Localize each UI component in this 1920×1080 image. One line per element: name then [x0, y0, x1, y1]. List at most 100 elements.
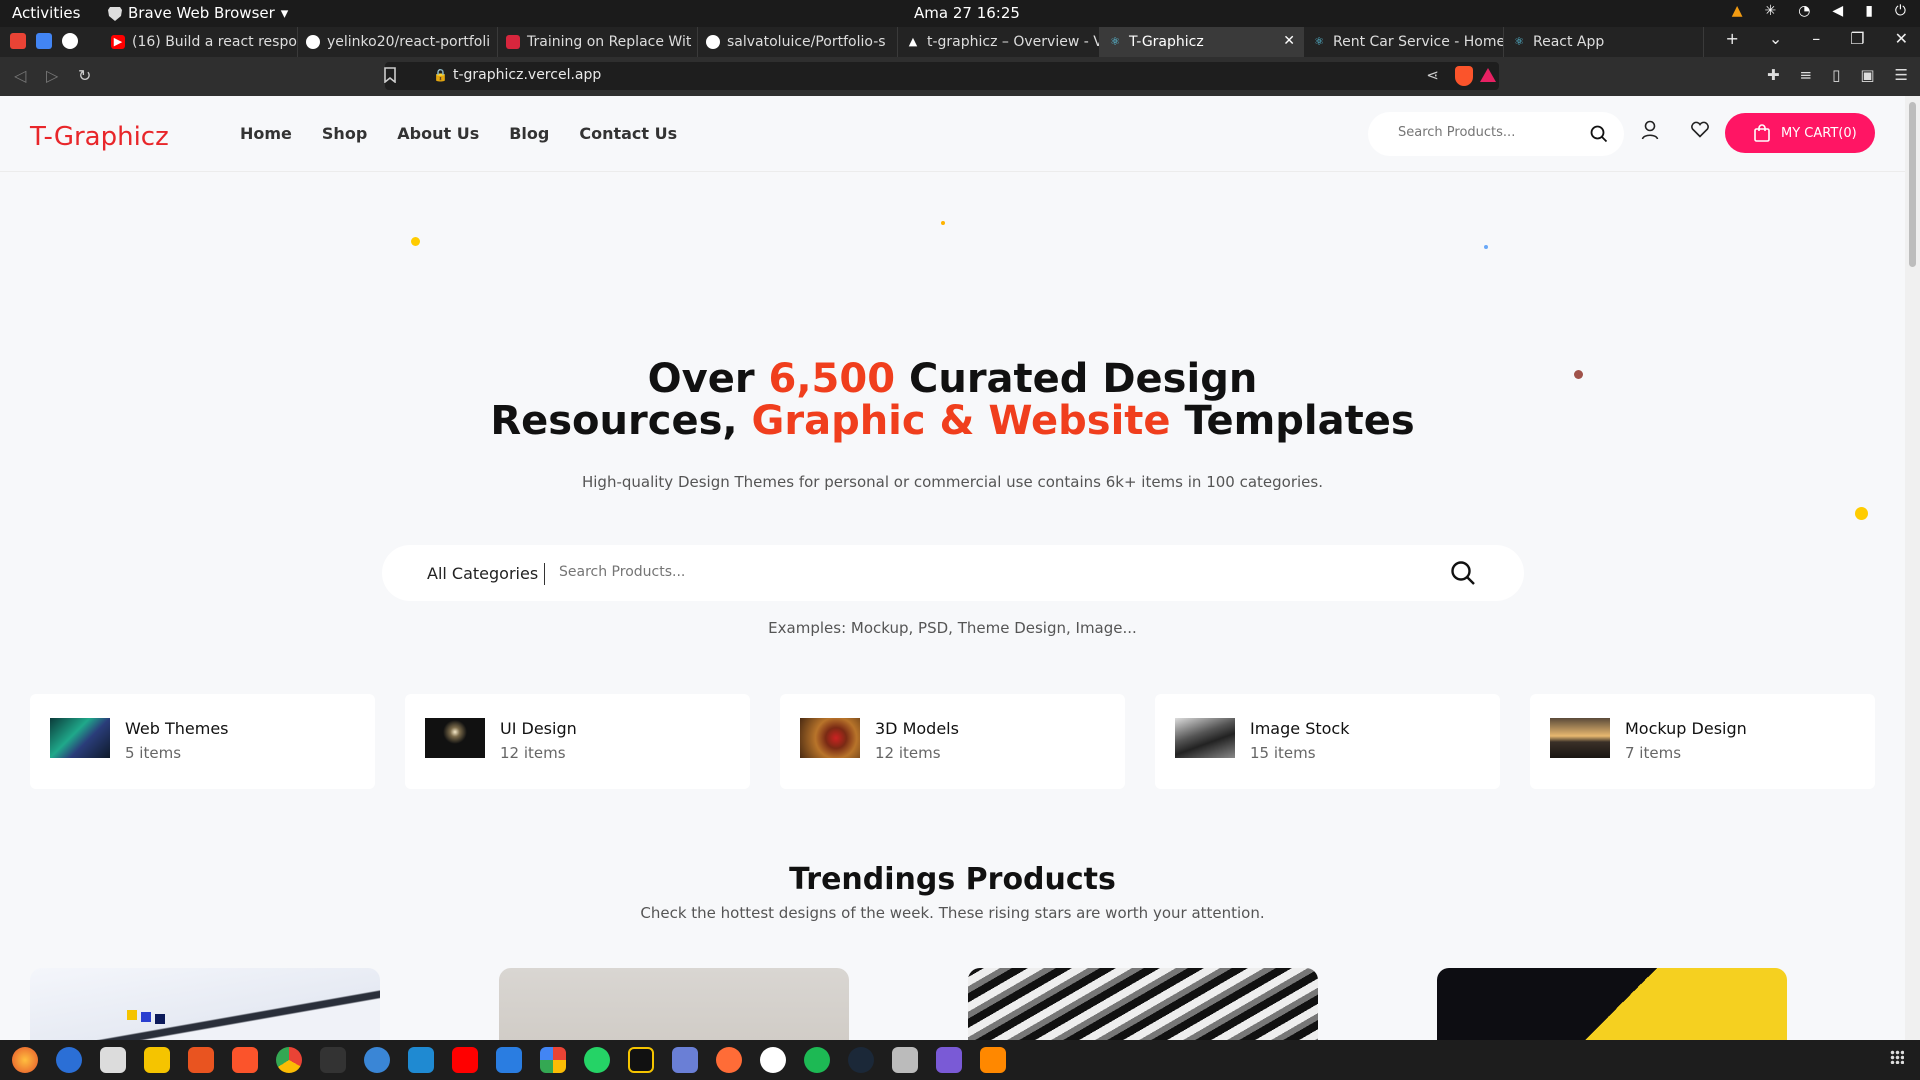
cart-label: MY CART(0)	[1781, 125, 1857, 141]
tab-react-app[interactable]: ⚛ React App	[1504, 27, 1704, 57]
product-card-image[interactable]	[1437, 968, 1787, 1040]
nav-contact-us[interactable]: Contact Us	[579, 124, 677, 143]
tab-training[interactable]: Training on Replace Wit	[498, 27, 698, 57]
product-card-image[interactable]	[499, 968, 849, 1040]
chrome-icon[interactable]	[276, 1047, 302, 1073]
steam-icon[interactable]	[848, 1047, 874, 1073]
react-icon: ⚛	[1110, 35, 1120, 48]
hero-line2-highlight: Graphic & Website	[751, 398, 1171, 444]
category-card-ui-design[interactable]: UI Design 12 items	[405, 694, 750, 789]
user-icon[interactable]	[1641, 120, 1659, 140]
address-bar[interactable]: 🔒 t-graphicz.vercel.app ⋖	[383, 62, 1499, 90]
postman-icon[interactable]	[716, 1047, 742, 1073]
category-name: 3D Models	[875, 719, 959, 738]
brave-shields-icon[interactable]	[1455, 66, 1473, 86]
category-card-3d-models[interactable]: 3D Models 12 items	[780, 694, 1125, 789]
nav-blog[interactable]: Blog	[509, 124, 549, 143]
decor-dot	[1855, 507, 1868, 520]
category-card-web-themes[interactable]: Web Themes 5 items	[30, 694, 375, 789]
new-tab-icon[interactable]: +	[1725, 29, 1738, 48]
product-card-image[interactable]	[968, 968, 1318, 1040]
tab-vercel[interactable]: ▲ t-graphicz – Overview - V	[898, 27, 1100, 57]
software-center-icon[interactable]	[188, 1047, 214, 1073]
bookmark-icon[interactable]	[383, 67, 397, 87]
page-scrollbar[interactable]	[1905, 96, 1920, 1040]
search-icon[interactable]	[1590, 125, 1608, 143]
gmail-pinned-tab[interactable]	[10, 33, 26, 49]
brave-icon[interactable]	[232, 1047, 258, 1073]
category-card-mockup-design[interactable]: Mockup Design 7 items	[1530, 694, 1875, 789]
wishlist-heart-icon[interactable]	[1690, 120, 1710, 138]
wifi-icon[interactable]: ◔	[1798, 3, 1810, 19]
reload-icon[interactable]: ↻	[78, 66, 91, 85]
tab-github-salvatoluice[interactable]: salvatoluice/Portfolio-s	[698, 27, 898, 57]
whatsapp-icon[interactable]	[584, 1047, 610, 1073]
search-icon[interactable]	[1450, 560, 1476, 586]
slack-icon[interactable]	[760, 1047, 786, 1073]
cart-button[interactable]: MY CART(0)	[1725, 113, 1875, 153]
nav-home[interactable]: Home	[240, 124, 292, 143]
vscode-icon[interactable]	[408, 1047, 434, 1073]
tab-list-chevron-icon[interactable]: ⌄	[1769, 29, 1782, 48]
minimize-icon[interactable]: –	[1812, 29, 1820, 48]
writer-icon[interactable]	[496, 1047, 522, 1073]
system-clock[interactable]: Ama 27 16:25	[914, 4, 1020, 22]
menu-icon[interactable]: ☰	[1895, 66, 1908, 84]
header-search-input[interactable]	[1398, 125, 1578, 140]
system-tray[interactable]: ▲ ✳ ◔ ◀ ▮ ⏻	[1732, 3, 1906, 19]
site-logo[interactable]: T-Graphicz	[30, 122, 169, 152]
vlc-icon[interactable]	[980, 1047, 1006, 1073]
app-menu[interactable]: Brave Web Browser ▾	[108, 4, 288, 22]
ubuntu-dock	[0, 1040, 1920, 1080]
scrollbar-thumb[interactable]	[1909, 102, 1916, 267]
photos-icon[interactable]	[540, 1047, 566, 1073]
activities-button[interactable]: Activities	[12, 4, 80, 22]
help-icon[interactable]	[364, 1047, 390, 1073]
url-text[interactable]: t-graphicz.vercel.app	[453, 67, 601, 83]
maximize-icon[interactable]: ❐	[1850, 29, 1864, 48]
spotify-icon[interactable]	[804, 1047, 830, 1073]
files-icon[interactable]	[100, 1047, 126, 1073]
nav-about-us[interactable]: About Us	[397, 124, 479, 143]
battery-icon[interactable]: ▮	[1865, 3, 1873, 19]
editor-icon[interactable]	[672, 1047, 698, 1073]
close-window-icon[interactable]: ✕	[1895, 29, 1908, 48]
calendar-pinned-tab[interactable]	[36, 33, 52, 49]
category-list: Web Themes 5 items UI Design 12 items 3D…	[30, 694, 1875, 789]
wallet-icon[interactable]: ▣	[1860, 66, 1874, 84]
close-tab-icon[interactable]: ✕	[1283, 33, 1295, 49]
brave-rewards-icon[interactable]	[1480, 68, 1496, 82]
reading-list-icon[interactable]: ≡	[1800, 66, 1813, 84]
tab-t-graphicz[interactable]: ⚛ T-Graphicz ✕	[1100, 27, 1304, 57]
category-select[interactable]: All Categories	[427, 564, 538, 583]
slack-tray-icon[interactable]: ✳	[1764, 3, 1776, 19]
hero-search-input[interactable]	[559, 564, 1259, 580]
database-icon[interactable]	[892, 1047, 918, 1073]
notes-icon[interactable]	[628, 1047, 654, 1073]
nav-shop[interactable]: Shop	[322, 124, 367, 143]
trending-title: Trendings Products	[789, 862, 1116, 897]
sidebar-icon[interactable]: ▯	[1832, 66, 1840, 84]
thunderbird-icon[interactable]	[56, 1047, 82, 1073]
product-card-image[interactable]	[30, 968, 380, 1040]
firefox-icon[interactable]	[12, 1047, 38, 1073]
vlc-tray-icon[interactable]: ▲	[1732, 3, 1743, 19]
lock-icon[interactable]: 🔒	[433, 68, 448, 82]
tab-youtube[interactable]: ▶ (16) Build a react respon	[103, 27, 298, 57]
extensions-icon[interactable]: ✚	[1767, 66, 1780, 84]
terminal-icon[interactable]	[320, 1047, 346, 1073]
screenshot-icon[interactable]	[936, 1047, 962, 1073]
tab-github-yelinko[interactable]: yelinko20/react-portfoli	[298, 27, 498, 57]
show-applications-icon[interactable]	[1890, 1050, 1904, 1064]
volume-icon[interactable]: ◀	[1832, 3, 1843, 19]
share-icon[interactable]: ⋖	[1426, 66, 1439, 84]
back-icon[interactable]: ◁	[14, 66, 26, 85]
medium-pinned-tab[interactable]	[62, 33, 78, 49]
forward-icon[interactable]: ▷	[46, 66, 58, 85]
rhythmbox-icon[interactable]	[144, 1047, 170, 1073]
category-thumbnail	[50, 718, 110, 758]
power-menu-icon[interactable]: ⏻	[1895, 3, 1906, 19]
youtube-app-icon[interactable]	[452, 1047, 478, 1073]
category-card-image-stock[interactable]: Image Stock 15 items	[1155, 694, 1500, 789]
tab-rent-car[interactable]: ⚛ Rent Car Service - Home	[1304, 27, 1504, 57]
